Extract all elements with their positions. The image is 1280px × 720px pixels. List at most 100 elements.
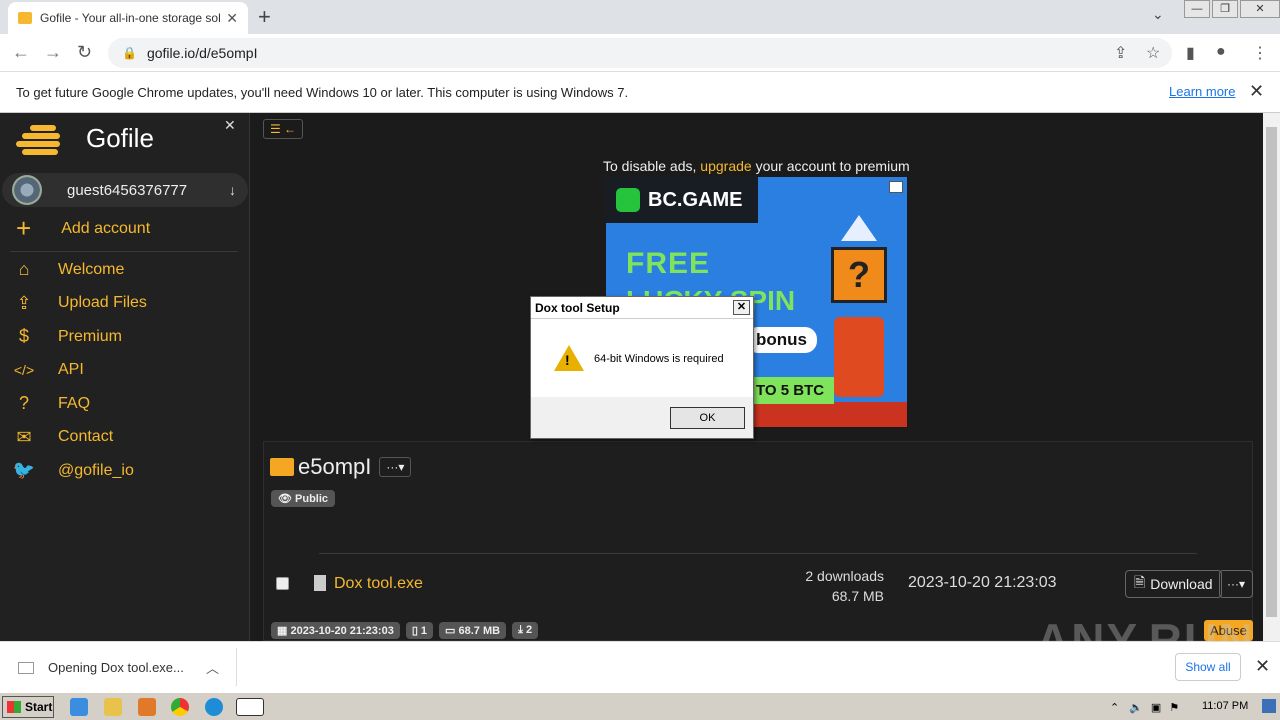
ok-button[interactable]: OK bbox=[670, 407, 745, 429]
close-window-button[interactable]: ✕ bbox=[1240, 0, 1280, 18]
chrome-menu-icon[interactable]: ⋮ bbox=[1252, 43, 1268, 63]
ad-free-text: FREE bbox=[626, 247, 711, 280]
sidebar-item-label: Premium bbox=[58, 327, 123, 345]
ad-choices-icon[interactable] bbox=[889, 181, 903, 193]
menu-toggle-button[interactable]: ☰ ← bbox=[263, 119, 303, 139]
stat-created-value: 2023-10-20 21:23:03 bbox=[290, 625, 394, 637]
page-scrollbar[interactable] bbox=[1263, 113, 1280, 641]
taskbar-clock[interactable]: 11:07 PM bbox=[1202, 700, 1248, 712]
dialog-body: ! 64-bit Windows is required bbox=[531, 319, 753, 397]
explorer-folder-icon[interactable] bbox=[104, 698, 122, 716]
volume-icon[interactable]: 🔈 bbox=[1129, 701, 1143, 714]
ad-bonus-text: bonus bbox=[746, 327, 817, 353]
sidebar-item-label: API bbox=[58, 361, 84, 379]
question-icon: ? bbox=[18, 393, 29, 414]
sidebar-item-twitter[interactable]: 🐦 @gofile_io bbox=[0, 454, 250, 488]
back-arrow-icon[interactable]: ← bbox=[12, 42, 30, 63]
home-icon: ⌂ bbox=[18, 259, 30, 280]
account-selector[interactable]: guest6456376777 ↓ bbox=[2, 173, 248, 207]
download-chevron-up-icon[interactable]: ︿ bbox=[206, 658, 219, 677]
stat-size-value: 68.7 MB bbox=[458, 625, 501, 637]
tab-gofile[interactable]: Gofile - Your all-in-one storage solut ✕ bbox=[8, 2, 248, 34]
tray-expand-icon[interactable]: ⌃ bbox=[1110, 701, 1119, 714]
sidebar-item-welcome[interactable]: ⌂ Welcome bbox=[0, 253, 250, 287]
media-player-icon[interactable] bbox=[138, 698, 156, 716]
sidebar-item-upload-files[interactable]: ⇪ Upload Files bbox=[0, 287, 250, 321]
network-icon[interactable]: ▣ bbox=[1151, 701, 1161, 714]
update-infobar: To get future Google Chrome updates, you… bbox=[0, 72, 1280, 113]
ie-icon[interactable] bbox=[70, 698, 88, 716]
share-icon[interactable]: ⇪ bbox=[1114, 43, 1127, 63]
add-account-button[interactable]: + Add account bbox=[16, 213, 150, 244]
file-more-button[interactable]: ···▾ bbox=[1219, 570, 1253, 598]
folder-divider bbox=[319, 553, 1197, 554]
lock-icon: 🔒 bbox=[122, 46, 137, 60]
start-button[interactable]: Start bbox=[2, 696, 54, 718]
sidebar-item-premium[interactable]: $ Premium bbox=[0, 320, 250, 354]
bcgame-logo-icon bbox=[616, 188, 640, 212]
file-icon bbox=[314, 575, 326, 591]
learn-more-link[interactable]: Learn more bbox=[1169, 84, 1235, 99]
sidebar-item-label: @gofile_io bbox=[58, 461, 134, 479]
show-desktop-icon[interactable] bbox=[1262, 699, 1276, 713]
url-text: gofile.io/d/e5ompI bbox=[146, 45, 258, 61]
tab-close-button[interactable]: ✕ bbox=[226, 10, 238, 27]
dialog-close-button[interactable]: ✕ bbox=[733, 300, 750, 315]
action-center-flag-icon[interactable]: ⚑ bbox=[1169, 701, 1179, 714]
code-icon: </> bbox=[13, 362, 35, 379]
sidebar-item-api[interactable]: </> API bbox=[0, 354, 250, 388]
avatar bbox=[12, 175, 42, 205]
show-all-button[interactable]: Show all bbox=[1175, 653, 1241, 681]
window-controls: — ❐ ✕ bbox=[1182, 0, 1280, 20]
side-panel-icon[interactable]: ▮ bbox=[1186, 43, 1195, 63]
restore-button[interactable]: ❐ bbox=[1212, 0, 1238, 18]
download-shelf-close-icon[interactable]: ✕ bbox=[1255, 656, 1270, 677]
stat-count-value: 1 bbox=[420, 625, 428, 637]
main-content: ☰ ← To disable ads, upgrade your account… bbox=[251, 113, 1263, 666]
edge-icon[interactable] bbox=[205, 698, 223, 716]
ad-notice-post: your account to premium bbox=[751, 158, 910, 174]
sidebar-item-contact[interactable]: ✉ Contact bbox=[0, 421, 250, 455]
file-select-checkbox[interactable] bbox=[276, 577, 289, 590]
minimize-button[interactable]: — bbox=[1184, 0, 1210, 18]
sidebar-item-faq[interactable]: ? FAQ bbox=[0, 387, 250, 421]
ad-notice-pre: To disable ads, bbox=[603, 158, 701, 174]
ad-ground bbox=[746, 402, 907, 427]
reload-icon[interactable]: ↻ bbox=[77, 42, 92, 63]
visibility-badge: 👁 Public bbox=[271, 490, 336, 507]
download-shelf: Opening Dox tool.exe... ︿ Show all ✕ bbox=[0, 641, 1280, 692]
scrollbar-thumb[interactable] bbox=[1266, 127, 1277, 617]
stat-file-count: ▯ 1 bbox=[405, 622, 434, 639]
account-arrow-down-icon: ↓ bbox=[229, 182, 236, 198]
bookmark-star-icon[interactable]: ☆ bbox=[1146, 43, 1160, 63]
stat-created: ▦ 2023-10-20 21:23:03 bbox=[271, 622, 400, 639]
forward-arrow-icon[interactable]: → bbox=[44, 42, 62, 63]
chrome-icon[interactable] bbox=[171, 698, 189, 716]
tab-strip: Gofile - Your all-in-one storage solut ✕… bbox=[0, 0, 1280, 34]
folder-name: e5ompI bbox=[298, 454, 372, 479]
stat-downloads-value: 2 bbox=[526, 624, 533, 636]
folder-icon bbox=[270, 458, 294, 476]
profile-avatar-icon[interactable]: ● bbox=[1216, 43, 1226, 61]
download-item[interactable]: Opening Dox tool.exe... bbox=[18, 660, 184, 675]
ad-brand-text: BC.GAME bbox=[648, 188, 743, 211]
folder-options-button[interactable]: ···▾ bbox=[379, 457, 412, 477]
windows-flag-icon bbox=[7, 701, 21, 713]
sidebar-close-icon[interactable]: ✕ bbox=[224, 117, 236, 134]
ad-brand: BC.GAME bbox=[606, 177, 758, 223]
visibility-label: Public bbox=[295, 493, 329, 505]
folder-header: e5ompI ···▾ bbox=[270, 454, 412, 480]
new-tab-button[interactable]: + bbox=[258, 4, 271, 30]
gofile-logo bbox=[14, 123, 62, 155]
download-button[interactable]: 🗎 Download bbox=[1125, 570, 1222, 598]
infobar-close-icon[interactable]: ✕ bbox=[1249, 81, 1264, 102]
file-date: 2023-10-20 21:23:03 bbox=[908, 574, 1057, 591]
address-bar[interactable]: 🔒 gofile.io/d/e5ompI bbox=[108, 38, 1172, 68]
tab-search-chevron-icon[interactable]: ⌄ bbox=[1152, 6, 1164, 23]
add-account-label: Add account bbox=[61, 219, 151, 237]
file-name-link[interactable]: Dox tool.exe bbox=[334, 575, 423, 593]
file-meta: 2 downloads 68.7 MB bbox=[784, 566, 884, 606]
setup-task-icon[interactable] bbox=[236, 698, 264, 716]
download-count-icon: ⤓ bbox=[518, 624, 526, 636]
upgrade-link[interactable]: upgrade bbox=[700, 158, 751, 174]
